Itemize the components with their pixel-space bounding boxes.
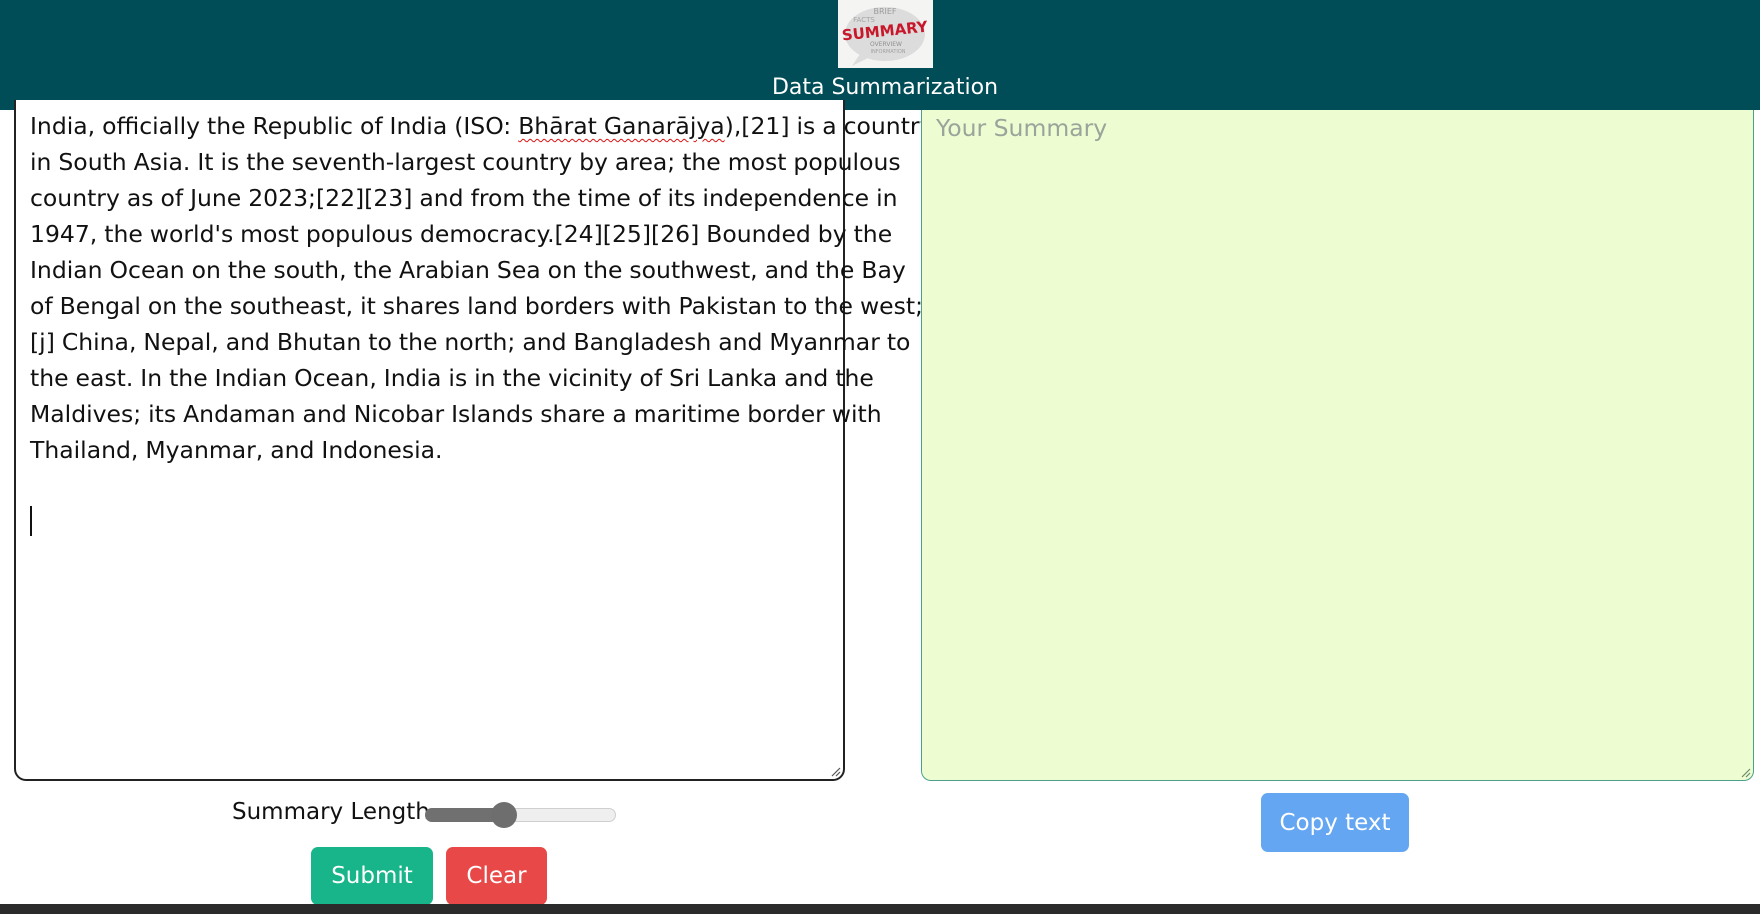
input-line: Maldives; its Andaman and Nicobar Island… xyxy=(30,400,882,428)
misspelled-word: Bhārat Ganarājya xyxy=(518,112,725,140)
bottom-bar xyxy=(0,904,1760,914)
clear-button[interactable]: Clear xyxy=(446,847,547,905)
logo-word-brief: BRIEF xyxy=(873,7,896,16)
summary-length-slider[interactable] xyxy=(425,802,616,828)
resize-grip-icon[interactable] xyxy=(1739,766,1751,778)
input-line: of Bengal on the southeast, it shares la… xyxy=(30,292,923,320)
submit-button[interactable]: Submit xyxy=(311,847,433,905)
input-line: the east. In the Indian Ocean, India is … xyxy=(30,364,874,392)
resize-grip-icon[interactable] xyxy=(829,765,841,777)
summary-length-label: Summary Length xyxy=(232,799,430,825)
summary-logo: BRIEF FACTS SUMMARY OVERVIEW INFORMATION xyxy=(838,0,933,68)
source-text-input[interactable]: India, officially the Republic of India … xyxy=(14,100,934,781)
input-line: 1947, the world's most populous democrac… xyxy=(30,220,893,248)
input-line: [j] China, Nepal, and Bhutan to the nort… xyxy=(30,328,911,356)
logo-word-overview: OVERVIEW xyxy=(870,41,902,48)
page-title: Data Summarization xyxy=(771,75,999,100)
input-line: India, officially the Republic of India … xyxy=(30,112,934,140)
app-header: BRIEF FACTS SUMMARY OVERVIEW INFORMATION… xyxy=(0,0,1760,110)
input-line: country as of June 2023;[22][23] and fro… xyxy=(30,184,898,212)
input-line: Thailand, Myanmar, and Indonesia. xyxy=(30,436,443,464)
slider-thumb[interactable] xyxy=(491,802,517,828)
summary-placeholder: Your Summary xyxy=(936,114,1108,142)
text-caret xyxy=(30,506,32,536)
input-line: in South Asia. It is the seventh-largest… xyxy=(30,148,901,176)
summary-output[interactable]: Your Summary xyxy=(921,110,1754,781)
logo-word-information: INFORMATION xyxy=(870,49,905,55)
copy-text-button[interactable]: Copy text xyxy=(1261,793,1409,852)
input-line: Indian Ocean on the south, the Arabian S… xyxy=(30,256,906,284)
